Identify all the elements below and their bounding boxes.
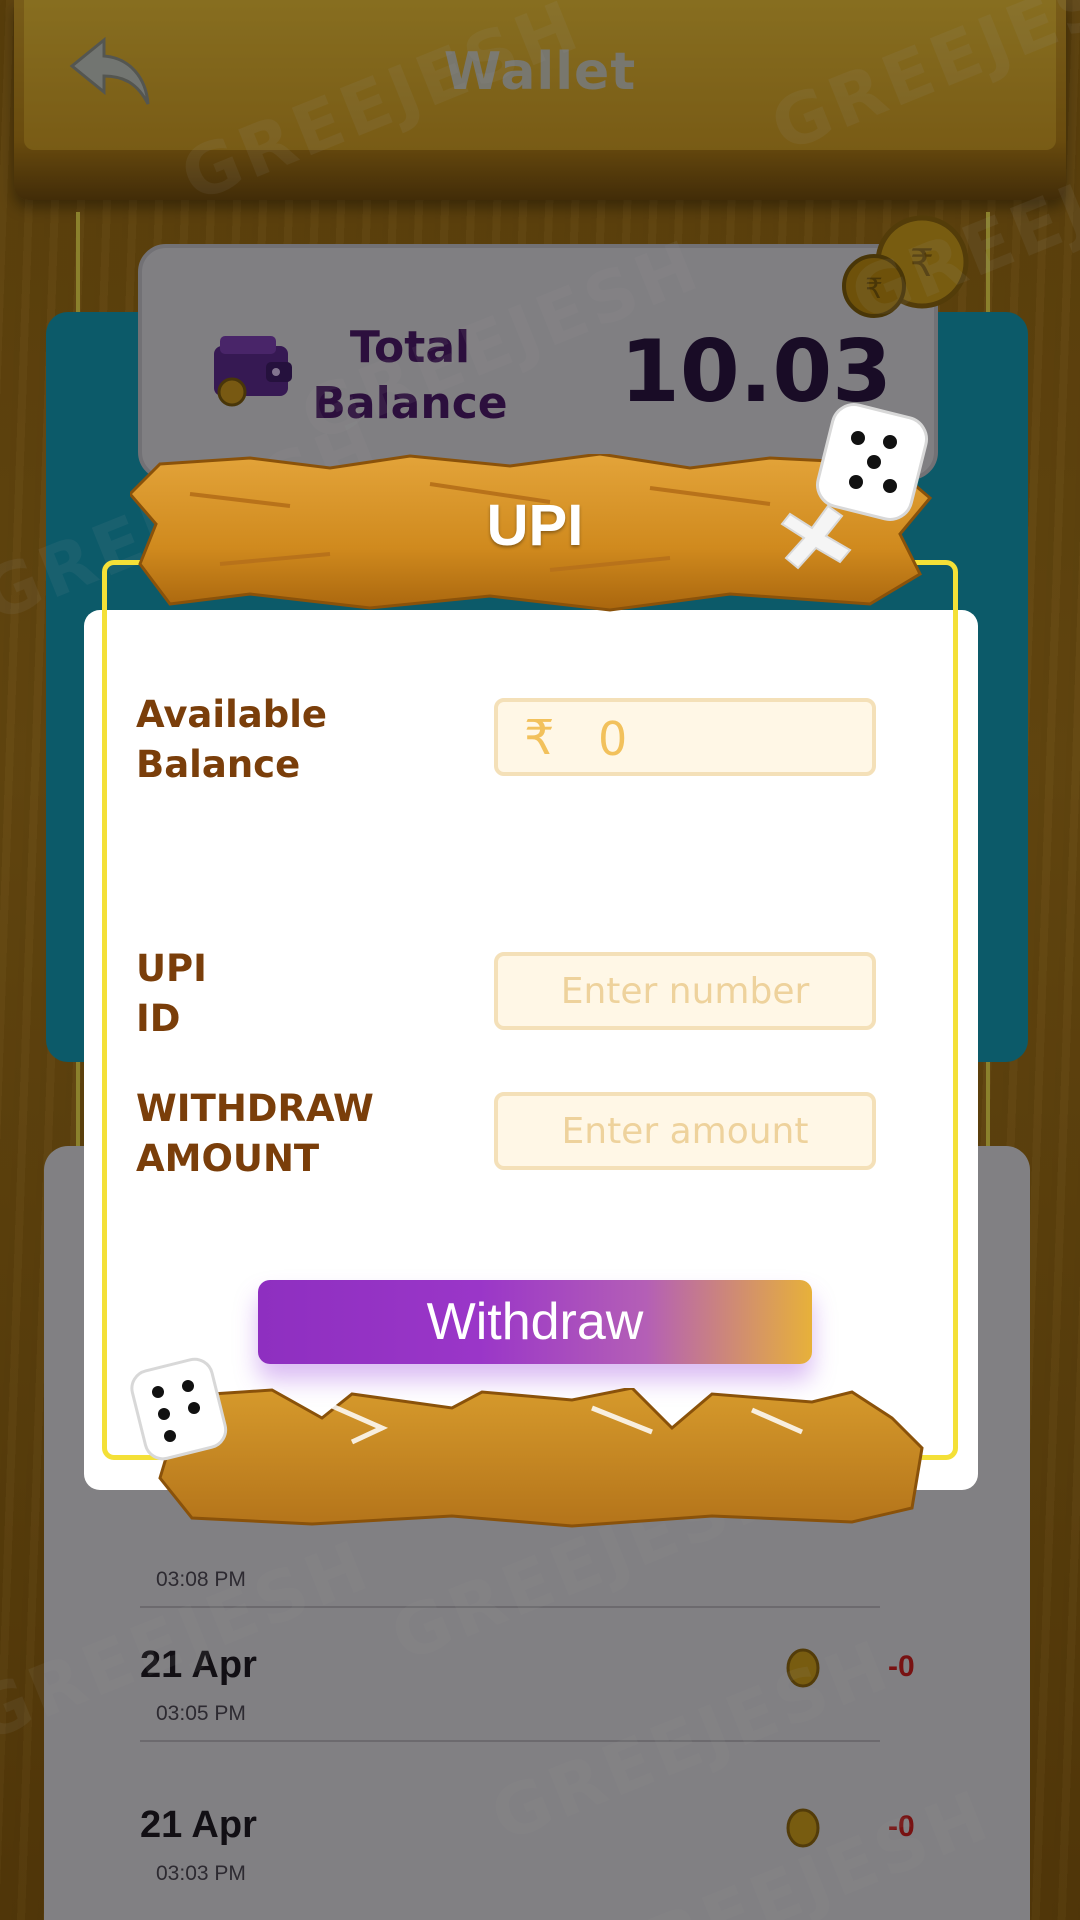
wood-plank-footer <box>158 1388 924 1528</box>
rupee-icon: ₹ <box>524 710 555 766</box>
amount-label-line2: AMOUNT <box>136 1137 320 1180</box>
available-balance-value: 0 <box>598 712 628 766</box>
available-label-line1: Available <box>136 693 327 736</box>
upi-id-input[interactable] <box>498 956 872 1026</box>
available-label-line2: Balance <box>136 743 301 786</box>
dice-icon <box>130 1357 228 1461</box>
amount-label-line1: WITHDRAW <box>136 1087 374 1130</box>
available-balance-field: ₹ 0 <box>494 698 876 776</box>
available-balance-label: Available Balance <box>136 690 466 790</box>
close-icon[interactable] <box>770 492 866 572</box>
withdraw-button[interactable]: Withdraw <box>258 1280 812 1364</box>
withdraw-amount-label: WITHDRAW AMOUNT <box>136 1084 466 1184</box>
upi-id-label: UPI ID <box>136 944 466 1044</box>
upi-id-field-box <box>494 952 876 1030</box>
upi-label-line2: ID <box>136 997 181 1040</box>
withdraw-amount-input[interactable] <box>498 1096 872 1166</box>
upi-label-line1: UPI <box>136 947 207 990</box>
withdraw-amount-field-box <box>494 1092 876 1170</box>
